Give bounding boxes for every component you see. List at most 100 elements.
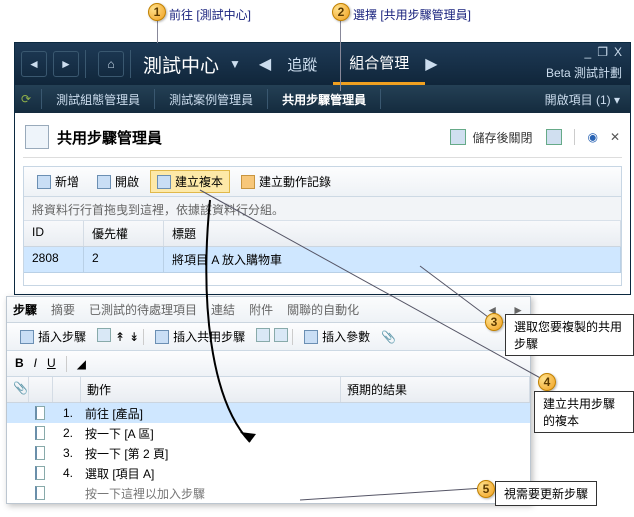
page-icon xyxy=(25,125,49,149)
step-icon xyxy=(35,486,45,500)
steps-tabs: 步驟 摘要 已測試的待處理項目 連結 附件 關聯的自動化 ◄ ► xyxy=(7,297,530,323)
step-action[interactable]: 按一下 [A 區] xyxy=(79,423,339,444)
subtab-shared-steps[interactable]: 共用步驟管理員 xyxy=(278,91,370,108)
save-close-button[interactable]: 儲存後關閉 xyxy=(472,129,532,146)
open-items[interactable]: 開啟項目 (1) ▾ xyxy=(545,91,620,108)
step-action[interactable]: 選取 [項目 A] xyxy=(79,463,339,484)
tab-steps[interactable]: 步驟 xyxy=(13,301,37,318)
col-id[interactable]: ID xyxy=(24,221,84,246)
col-title[interactable]: 標題 xyxy=(164,221,621,246)
tab-links[interactable]: 連結 xyxy=(211,301,235,318)
move-up-icon[interactable]: ↟ xyxy=(115,330,125,344)
step-icon xyxy=(35,466,45,480)
home-button[interactable]: ⌂ xyxy=(98,51,124,77)
tab-tested[interactable]: 已測試的待處理項目 xyxy=(89,301,197,318)
step-action[interactable]: 按一下 [第 2 頁] xyxy=(79,443,339,464)
save-icon[interactable] xyxy=(450,129,466,145)
add-step-placeholder[interactable]: 按一下這裡以加入步驟 xyxy=(79,483,339,504)
step-row[interactable]: 按一下這裡以加入步驟 xyxy=(7,483,530,503)
hub-title[interactable]: 測試中心 xyxy=(143,51,219,78)
open-button[interactable]: 開啟 xyxy=(90,170,146,193)
close-button[interactable]: X xyxy=(614,45,622,59)
col-action[interactable]: 動作 xyxy=(81,377,341,402)
step-expect[interactable] xyxy=(339,471,530,475)
step-row[interactable]: 1. 前往 [產品] xyxy=(7,403,530,423)
step-num xyxy=(51,491,79,495)
bold-button[interactable]: B xyxy=(15,356,24,372)
step-icon xyxy=(35,446,45,460)
nav-right-arrow-icon[interactable]: ▶ xyxy=(425,54,437,74)
callout-3-box: 選取您要複製的共用步驟 xyxy=(505,314,634,356)
insert-shared-step-button[interactable]: 插入共用步驟 xyxy=(148,325,252,348)
close-panel-icon[interactable]: ✕ xyxy=(610,130,620,144)
tab-summary[interactable]: 摘要 xyxy=(51,301,75,318)
group-by-hint[interactable]: 將資料行行首拖曳到這裡，依據該資料行分組。 xyxy=(24,197,621,221)
nav-track[interactable]: 追蹤 xyxy=(271,43,333,85)
refresh-icon[interactable]: ⟳ xyxy=(21,92,31,106)
help-icon[interactable]: ◉ xyxy=(587,130,597,144)
underline-button[interactable]: U xyxy=(47,356,56,372)
hub-dropdown-icon[interactable]: ▼ xyxy=(229,57,241,71)
tab-auto[interactable]: 關聯的自動化 xyxy=(287,301,359,318)
move-down-icon[interactable]: ↡ xyxy=(129,330,139,344)
callout-line xyxy=(157,21,158,43)
step-num: 4. xyxy=(51,464,79,482)
callout-1-label: 前往 [測試中心] xyxy=(169,6,251,23)
cell-priority: 2 xyxy=(84,247,164,272)
tool-icon[interactable] xyxy=(97,328,111,345)
nav-left-arrow-icon[interactable]: ◀ xyxy=(259,54,271,74)
color-button[interactable]: ◢ xyxy=(77,357,86,371)
col-attach: 📎 xyxy=(7,377,29,402)
step-row[interactable]: 2. 按一下 [A 區] xyxy=(7,423,530,443)
format-toolbar: B I U ◢ xyxy=(7,351,530,377)
step-action[interactable]: 前往 [產品] xyxy=(79,403,339,424)
restore-button[interactable]: ❐ xyxy=(597,45,608,59)
callout-4-box: 建立共用步驟的複本 xyxy=(534,391,634,433)
insert-param-button[interactable]: 插入參數 xyxy=(297,325,377,348)
step-num: 1. xyxy=(51,404,79,422)
step-row[interactable]: 3. 按一下 [第 2 頁] xyxy=(7,443,530,463)
col-expect[interactable]: 預期的結果 xyxy=(341,377,530,402)
page-title: 共用步驟管理員 xyxy=(57,127,450,148)
grid-row[interactable]: 2808 2 將項目 A 放入購物車 xyxy=(24,247,621,273)
sub-tabs: ⟳ 測試組態管理員 測試案例管理員 共用步驟管理員 開啟項目 (1) ▾ xyxy=(15,85,630,113)
attach-icon[interactable]: 📎 xyxy=(381,330,396,344)
step-row[interactable]: 4. 選取 [項目 A] xyxy=(7,463,530,483)
grid-toolbar: 新增 開啟 建立複本 建立動作記錄 xyxy=(24,167,621,197)
new-button[interactable]: 新增 xyxy=(30,170,86,193)
minimize-button[interactable]: _ xyxy=(585,45,592,59)
step-expect[interactable] xyxy=(339,431,530,435)
subtab-case[interactable]: 測試案例管理員 xyxy=(165,91,257,108)
insert-step-button[interactable]: 插入步驟 xyxy=(13,325,93,348)
main-window: ◄ ► ⌂ 測試中心 ▼ ◀ 追蹤 組合管理 ▶ _ ❐ X Beta 測試計劃… xyxy=(14,42,631,295)
callout-2-label: 選擇 [共用步驟管理員] xyxy=(353,6,471,23)
callout-2-marker: 2 xyxy=(332,3,350,21)
callout-5-box: 視需要更新步驟 xyxy=(495,481,597,506)
work-header: 共用步驟管理員 儲存後關閉 ◉ ✕ xyxy=(23,121,622,158)
step-expect[interactable] xyxy=(339,411,530,415)
plan-label[interactable]: Beta 測試計劃 xyxy=(546,64,622,81)
callout-4-marker: 4 xyxy=(538,373,556,391)
italic-button[interactable]: I xyxy=(34,356,37,372)
grid-panel: 新增 開啟 建立複本 建立動作記錄 將資料行行首拖曳到這裡，依據該資料行分組。 … xyxy=(23,166,622,286)
tab-attach[interactable]: 附件 xyxy=(249,301,273,318)
work-area: 共用步驟管理員 儲存後關閉 ◉ ✕ 新增 開啟 建立複本 建立動作記錄 將資料行… xyxy=(15,113,630,294)
subtab-config[interactable]: 測試組態管理員 xyxy=(52,91,144,108)
shared-icon2[interactable] xyxy=(274,328,288,345)
callout-1-marker: 1 xyxy=(148,3,166,21)
col-priority[interactable]: 優先權 xyxy=(84,221,164,246)
save-icon2[interactable] xyxy=(546,129,562,145)
step-icon xyxy=(35,426,45,440)
action-log-button[interactable]: 建立動作記錄 xyxy=(234,170,338,193)
nav-organize[interactable]: 組合管理 xyxy=(333,43,425,85)
callout-5-marker: 5 xyxy=(477,480,495,498)
back-button[interactable]: ◄ xyxy=(21,51,47,77)
callout-line xyxy=(340,21,341,91)
callout-3-marker: 3 xyxy=(485,313,503,331)
forward-button[interactable]: ► xyxy=(53,51,79,77)
shared-icon[interactable] xyxy=(256,328,270,345)
step-num: 3. xyxy=(51,444,79,462)
step-expect[interactable] xyxy=(339,451,530,455)
steps-toolbar: 插入步驟 ↟ ↡ 插入共用步驟 插入參數 📎 xyxy=(7,323,530,351)
create-copy-button[interactable]: 建立複本 xyxy=(150,170,230,193)
